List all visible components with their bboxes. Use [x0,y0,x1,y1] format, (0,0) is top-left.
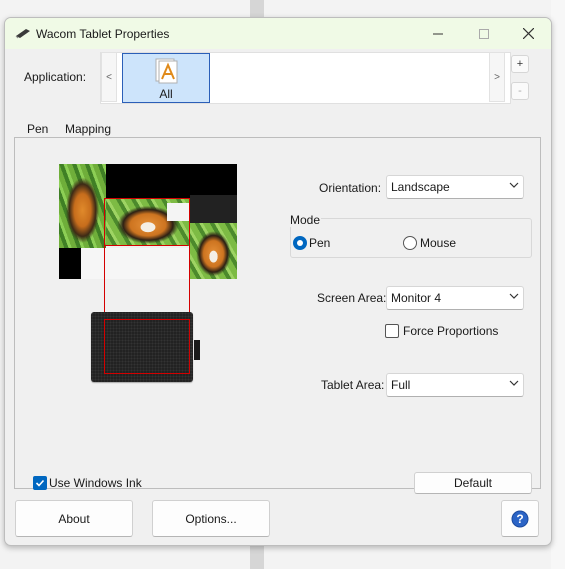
orientation-label: Orientation: [319,181,382,195]
screen-area-dropdown[interactable]: Monitor 4 [386,286,524,310]
use-windows-ink-label[interactable]: Use Windows Ink [49,476,142,490]
screen-area-value: Monitor 4 [391,291,442,305]
force-proportions-checkbox[interactable] [385,324,399,338]
about-button[interactable]: About [15,500,133,537]
use-windows-ink-checkbox[interactable] [33,476,47,490]
maximize-icon [479,28,489,39]
mode-title: Mode [289,213,322,227]
orientation-dropdown[interactable]: Landscape [386,175,524,199]
screen-area-label: Screen Area: [317,291,387,305]
help-button[interactable]: ? [501,500,539,537]
orientation-value: Landscape [391,180,450,194]
tablet-area-label: Tablet Area: [321,378,385,392]
close-button[interactable] [505,18,551,49]
tablet-area-value: Full [391,378,411,392]
screen-area-divider [104,245,188,247]
chevron-down-icon [509,380,519,386]
wacom-properties-window: Wacom Tablet Properties Application: < >… [4,17,552,546]
mode-mouse-radio[interactable] [403,236,417,250]
tablet-area-outline [104,319,190,374]
default-button[interactable]: Default [414,472,532,494]
window-title: Wacom Tablet Properties [36,27,170,41]
mode-mouse-label[interactable]: Mouse [420,236,456,250]
monitor-5-preview [190,223,237,279]
all-applications-icon [155,58,178,84]
application-label: Application: [24,70,87,84]
mode-pen-radio[interactable] [293,236,307,250]
minimize-button[interactable] [415,18,461,49]
maximize-button[interactable] [461,18,507,49]
tablet-side-strip [194,340,200,360]
remove-application-button[interactable]: - [511,82,529,100]
wacom-pen-icon [15,29,30,39]
screen-area-outline [104,198,190,313]
mode-pen-label[interactable]: Pen [309,236,330,250]
monitor-1-preview [59,164,106,248]
application-prev-button[interactable]: < [101,52,117,102]
add-application-button[interactable]: + [511,55,529,73]
help-icon: ? [511,510,529,527]
monitor-dark-preview [59,248,81,279]
close-icon [522,28,534,39]
minimize-icon [433,33,443,34]
mapping-preview [59,164,239,412]
application-item-all[interactable]: All [122,53,210,103]
desktop-background-right [551,0,565,569]
monitor-3-preview [190,195,237,223]
monitor-black-preview [106,164,237,199]
checkmark-icon [35,479,45,487]
mapping-panel: Orientation: Landscape Mode Pen Mouse Sc… [14,137,541,494]
chevron-down-icon [509,182,519,188]
application-item-all-label: All [159,87,173,101]
application-next-button[interactable]: > [489,52,505,102]
force-proportions-label[interactable]: Force Proportions [403,324,498,338]
svg-text:?: ? [516,512,523,526]
options-button[interactable]: Options... [152,500,270,537]
title-bar[interactable]: Wacom Tablet Properties [5,18,551,49]
chevron-down-icon [509,293,519,299]
tablet-area-dropdown[interactable]: Full [386,373,524,397]
